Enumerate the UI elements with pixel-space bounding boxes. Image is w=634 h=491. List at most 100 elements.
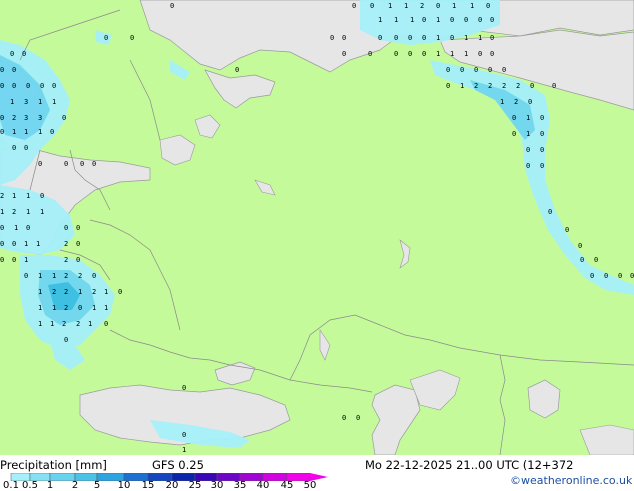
- svg-text:1: 1: [470, 2, 474, 10]
- svg-text:1: 1: [0, 208, 4, 216]
- svg-text:1: 1: [14, 224, 18, 232]
- svg-text:2: 2: [64, 272, 68, 280]
- svg-text:0: 0: [526, 146, 530, 154]
- svg-text:0: 0: [0, 114, 4, 122]
- svg-text:1: 1: [526, 130, 530, 138]
- svg-text:0: 0: [565, 226, 569, 234]
- svg-text:2: 2: [502, 82, 506, 90]
- svg-text:1: 1: [36, 240, 40, 248]
- svg-text:0: 0: [10, 50, 14, 58]
- svg-text:0: 0: [26, 224, 30, 232]
- svg-text:1: 1: [38, 288, 42, 296]
- svg-text:2: 2: [62, 320, 66, 328]
- svg-text:2: 2: [64, 240, 68, 248]
- svg-text:1: 1: [182, 446, 186, 454]
- svg-text:0: 0: [368, 50, 372, 58]
- svg-text:2: 2: [420, 2, 424, 10]
- svg-text:0: 0: [0, 128, 4, 136]
- svg-text:2: 2: [92, 288, 96, 296]
- svg-text:0: 0: [62, 114, 66, 122]
- svg-text:0: 0: [460, 66, 464, 74]
- svg-text:1: 1: [12, 128, 16, 136]
- svg-text:1: 1: [38, 320, 42, 328]
- svg-text:3: 3: [24, 114, 28, 122]
- svg-text:0: 0: [78, 304, 82, 312]
- svg-text:0: 0: [464, 16, 468, 24]
- svg-text:0: 0: [118, 288, 122, 296]
- svg-text:0: 0: [352, 2, 356, 10]
- svg-text:0: 0: [182, 431, 186, 439]
- svg-text:1: 1: [464, 50, 468, 58]
- svg-text:0: 0: [630, 272, 634, 280]
- svg-text:0: 0: [104, 320, 108, 328]
- svg-text:0: 0: [548, 208, 552, 216]
- model-name: GFS 0.25: [152, 458, 204, 472]
- svg-text:2: 2: [64, 304, 68, 312]
- svg-text:0: 0: [50, 128, 54, 136]
- svg-text:0: 0: [422, 34, 426, 42]
- svg-text:1: 1: [460, 82, 464, 90]
- svg-text:0: 0: [490, 50, 494, 58]
- svg-text:0: 0: [490, 34, 494, 42]
- svg-text:0: 0: [474, 66, 478, 74]
- svg-text:0: 0: [540, 162, 544, 170]
- svg-text:1: 1: [500, 98, 504, 106]
- svg-text:1: 1: [52, 272, 56, 280]
- svg-text:0: 0: [446, 82, 450, 90]
- forecast-datetime: Mo 22-12-2025 21..00 UTC (12+372: [365, 458, 574, 472]
- svg-text:1: 1: [12, 192, 16, 200]
- svg-text:0: 0: [12, 82, 16, 90]
- svg-text:0: 0: [26, 82, 30, 90]
- svg-text:0: 0: [594, 256, 598, 264]
- svg-text:0: 0: [408, 50, 412, 58]
- map-title: Precipitation [mm]: [0, 458, 107, 472]
- svg-text:0: 0: [342, 34, 346, 42]
- svg-text:0: 0: [528, 98, 532, 106]
- svg-text:0: 0: [478, 50, 482, 58]
- svg-text:2: 2: [64, 256, 68, 264]
- svg-text:0: 0: [64, 336, 68, 344]
- svg-text:0: 0: [530, 82, 534, 90]
- svg-text:0: 0: [342, 50, 346, 58]
- svg-text:0: 0: [552, 82, 556, 90]
- svg-text:2: 2: [52, 288, 56, 296]
- svg-text:1: 1: [26, 192, 30, 200]
- precipitation-map: 001120110 111010000 00000010110 00000111…: [0, 0, 634, 456]
- svg-text:2: 2: [78, 272, 82, 280]
- svg-text:2: 2: [12, 208, 16, 216]
- svg-text:3: 3: [24, 98, 28, 106]
- credit-link[interactable]: ©weatheronline.co.uk: [510, 474, 632, 488]
- svg-text:2: 2: [12, 114, 16, 122]
- svg-text:0: 0: [502, 66, 506, 74]
- svg-text:3: 3: [38, 114, 42, 122]
- svg-text:0: 0: [540, 146, 544, 154]
- svg-text:0: 0: [422, 50, 426, 58]
- svg-text:2: 2: [76, 320, 80, 328]
- svg-text:0: 0: [342, 414, 346, 422]
- svg-text:0: 0: [12, 66, 16, 74]
- svg-text:0: 0: [512, 114, 516, 122]
- svg-text:2: 2: [474, 82, 478, 90]
- svg-text:0: 0: [436, 2, 440, 10]
- svg-text:0: 0: [0, 256, 4, 264]
- svg-text:0: 0: [12, 256, 16, 264]
- svg-text:0: 0: [0, 82, 4, 90]
- svg-text:2: 2: [488, 82, 492, 90]
- svg-text:0: 0: [486, 2, 490, 10]
- svg-text:0: 0: [450, 34, 454, 42]
- svg-text:1: 1: [50, 320, 54, 328]
- svg-text:0: 0: [580, 256, 584, 264]
- svg-text:1: 1: [78, 288, 82, 296]
- svg-text:0: 0: [80, 160, 84, 168]
- svg-text:0: 0: [24, 272, 28, 280]
- svg-text:0: 0: [0, 224, 4, 232]
- svg-text:0: 0: [490, 16, 494, 24]
- svg-text:0: 0: [590, 272, 594, 280]
- svg-text:1: 1: [38, 304, 42, 312]
- svg-text:1: 1: [410, 16, 414, 24]
- svg-text:1: 1: [452, 2, 456, 10]
- svg-text:0: 0: [0, 240, 4, 248]
- svg-text:0: 0: [422, 16, 426, 24]
- svg-text:1: 1: [394, 16, 398, 24]
- svg-text:1: 1: [92, 304, 96, 312]
